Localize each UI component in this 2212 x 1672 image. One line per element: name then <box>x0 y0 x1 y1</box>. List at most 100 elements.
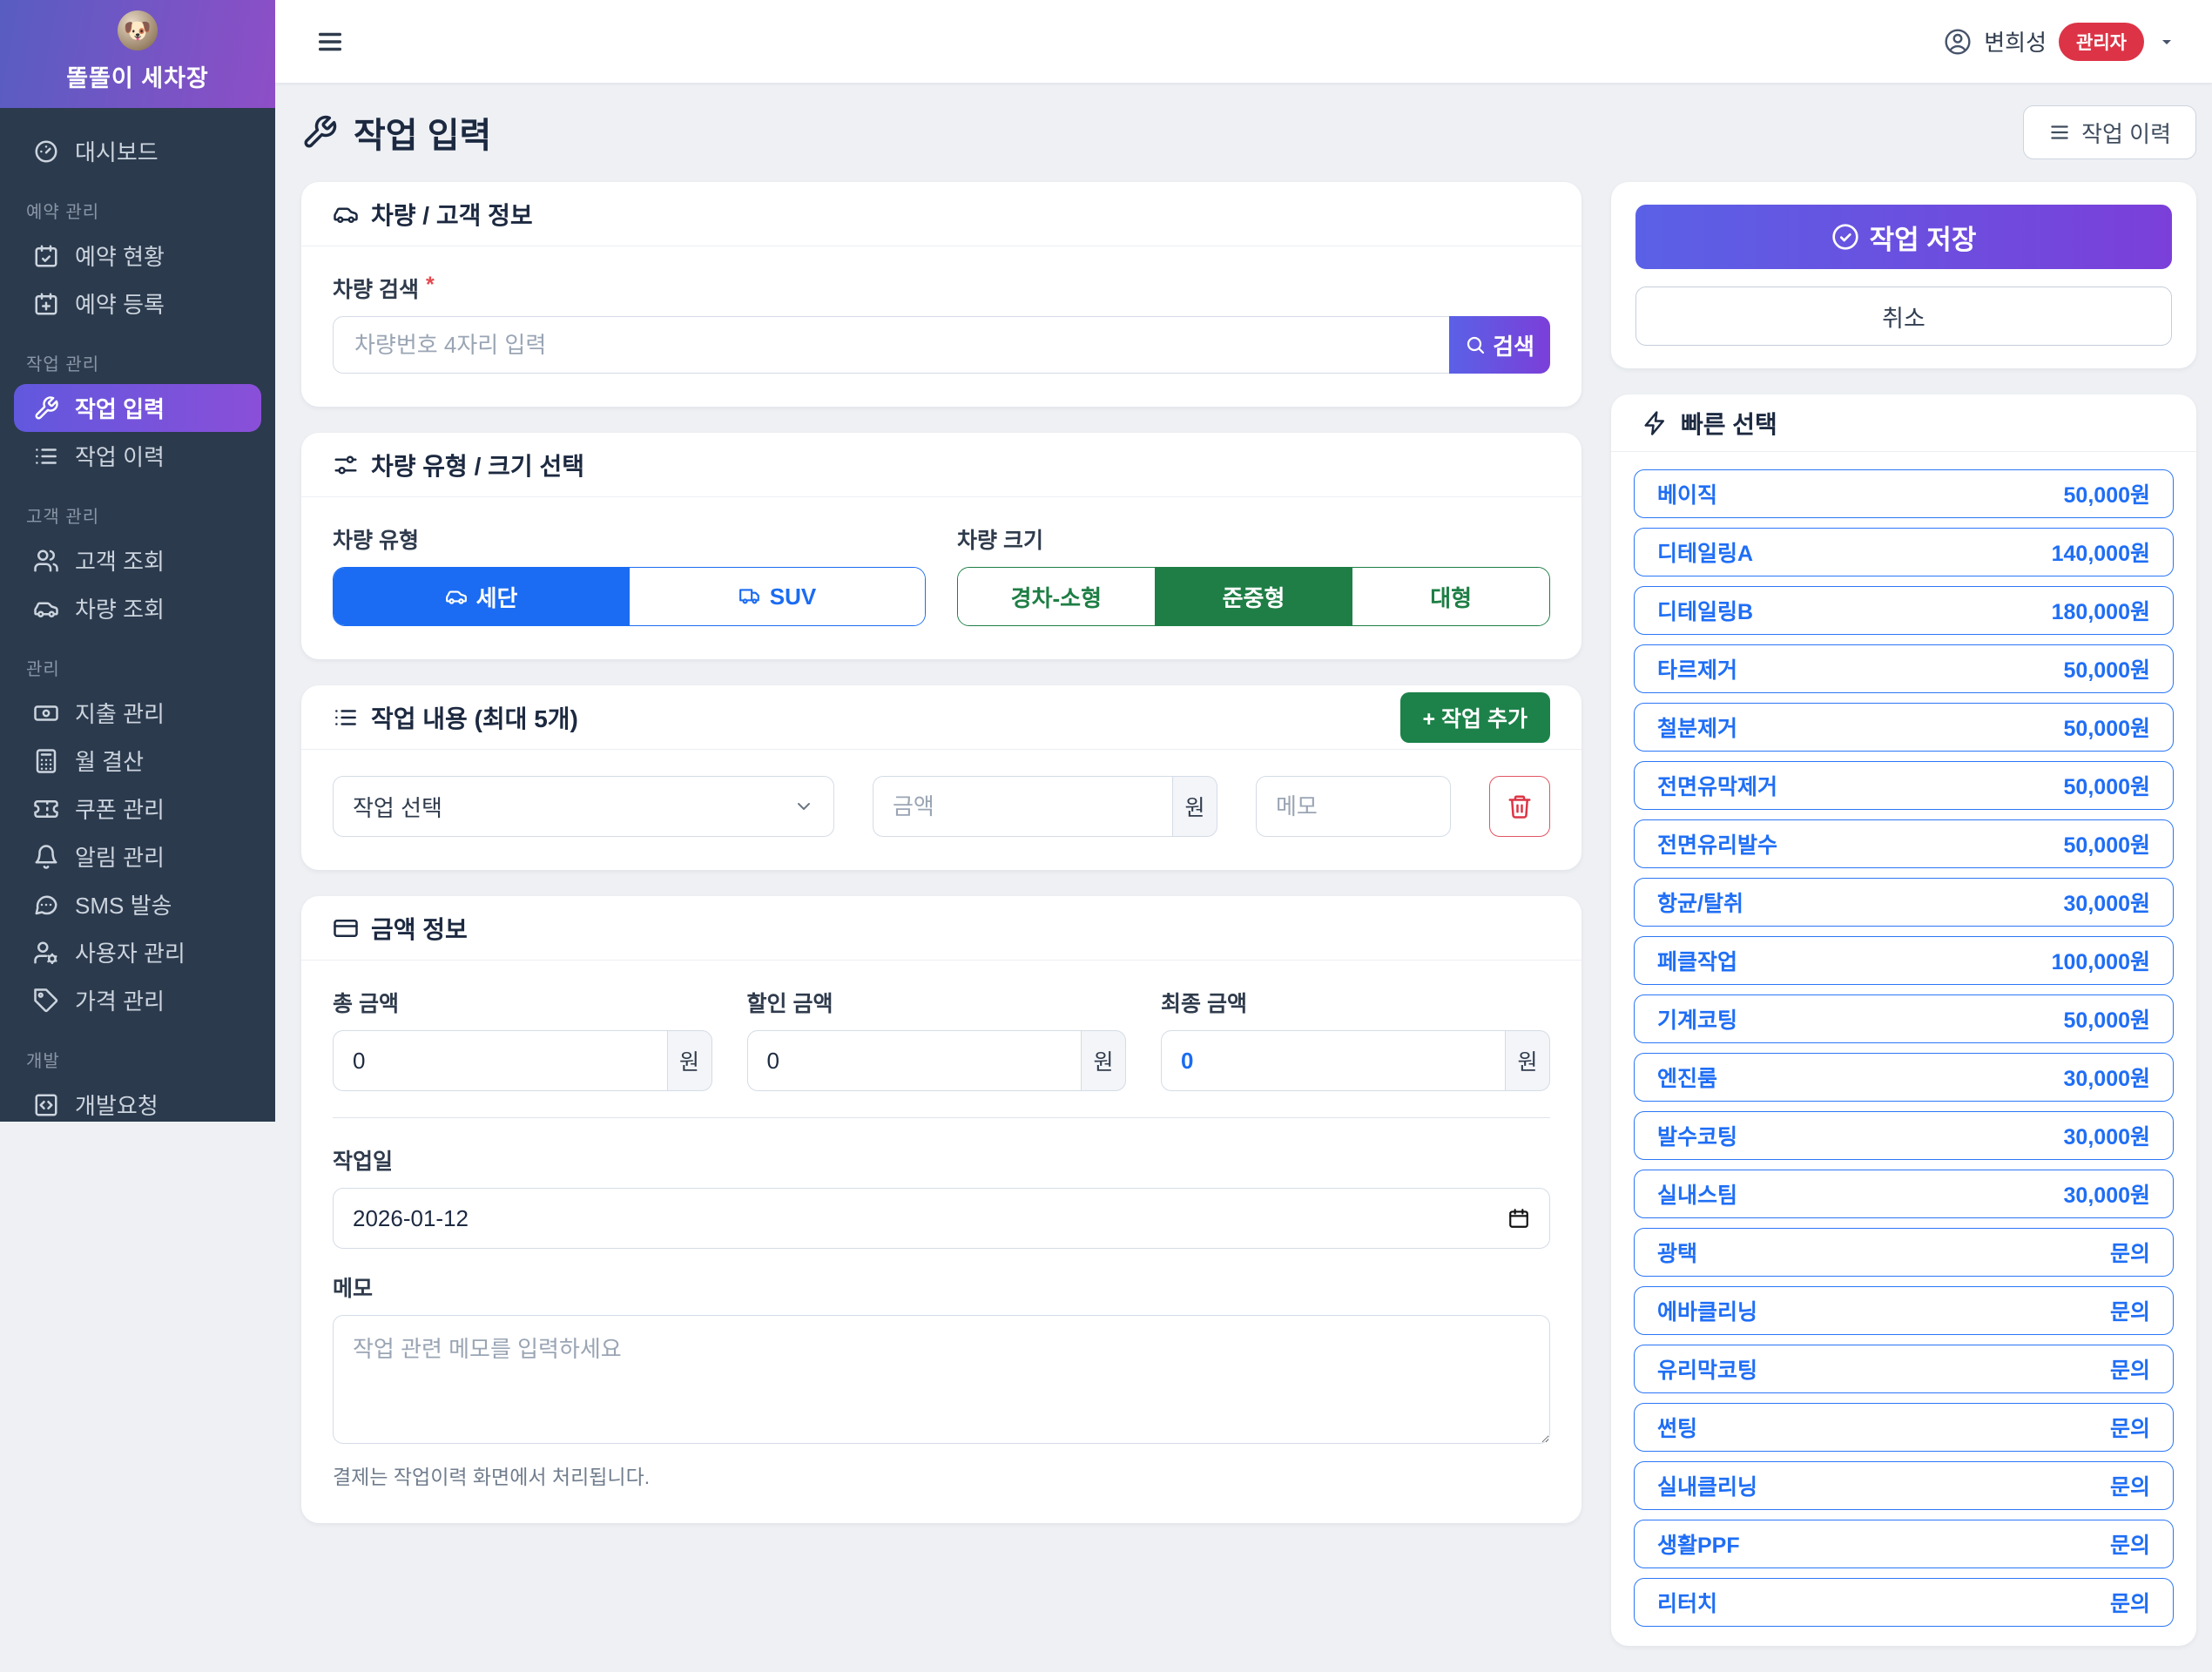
sidebar-item-coupon[interactable]: 쿠폰 관리 <box>14 785 261 833</box>
vehicle-type-size-card: 차량 유형 / 크기 선택 차량 유형 세단 <box>301 433 1581 659</box>
sidebar-section-work: 작업 관리 <box>26 350 261 375</box>
work-amount-input[interactable] <box>873 776 1172 837</box>
sidebar-item-label: 작업 입력 <box>75 392 165 424</box>
sidebar-item-expense[interactable]: 지출 관리 <box>14 689 261 737</box>
quick-item[interactable]: 디테일링A140,000원 <box>1634 528 2174 576</box>
size-option-small[interactable]: 경차-소형 <box>958 568 1155 625</box>
sidebar-item-reservation-status[interactable]: 예약 현황 <box>14 232 261 280</box>
quick-item[interactable]: 유리막코팅문의 <box>1634 1345 2174 1393</box>
list-icon <box>2048 121 2071 144</box>
car-icon <box>445 585 468 608</box>
final-amount-label: 최종 금액 <box>1161 987 1550 1018</box>
work-date-field[interactable] <box>333 1188 1550 1249</box>
user-menu[interactable]: 변희성 관리자 <box>1944 23 2177 61</box>
size-option-mid[interactable]: 준중형 <box>1155 568 1352 625</box>
currency-suffix: 원 <box>1505 1030 1550 1091</box>
vehicle-size-label: 차량 크기 <box>957 523 1550 555</box>
type-option-suv[interactable]: SUV <box>629 568 925 625</box>
list-icon <box>333 705 359 731</box>
quick-item[interactable]: 디테일링B180,000원 <box>1634 586 2174 635</box>
vehicle-type-label: 차량 유형 <box>333 523 926 555</box>
sidebar-item-dev-request[interactable]: 개발요청 <box>14 1081 261 1129</box>
sidebar-item-label: 가격 관리 <box>75 984 165 1016</box>
sidebar-item-customer-search[interactable]: 고객 조회 <box>14 536 261 584</box>
quick-item[interactable]: 타르제거50,000원 <box>1634 644 2174 693</box>
caret-down-icon <box>2156 31 2177 52</box>
quick-item[interactable]: 에바클리닝문의 <box>1634 1286 2174 1335</box>
add-work-button[interactable]: + 작업 추가 <box>1400 692 1551 743</box>
quick-item[interactable]: 리터치문의 <box>1634 1578 2174 1627</box>
sidebar-item-price[interactable]: 가격 관리 <box>14 976 261 1024</box>
save-work-button[interactable]: 작업 저장 <box>1635 205 2172 269</box>
final-amount-input[interactable] <box>1161 1030 1505 1091</box>
vehicle-search-label: 차량 검색* <box>333 273 1550 304</box>
quick-item[interactable]: 페클작업100,000원 <box>1634 936 2174 985</box>
credit-card-icon <box>333 915 359 941</box>
quick-item[interactable]: 실내클리닝문의 <box>1634 1461 2174 1510</box>
sidebar-item-label: 사용자 관리 <box>75 936 185 968</box>
tools-icon <box>301 114 338 151</box>
sidebar-item-label: 개발요청 <box>75 1089 158 1121</box>
vehicle-search-button[interactable]: 검색 <box>1449 316 1550 374</box>
sidebar-item-notification[interactable]: 알림 관리 <box>14 833 261 880</box>
quick-item[interactable]: 엔진룸30,000원 <box>1634 1053 2174 1102</box>
discount-amount-input[interactable] <box>747 1030 1082 1091</box>
menu-toggle-icon[interactable] <box>315 27 345 57</box>
sidebar-section-admin: 관리 <box>26 655 261 680</box>
cancel-button[interactable]: 취소 <box>1635 287 2172 346</box>
sidebar-item-label: 쿠폰 관리 <box>75 792 165 825</box>
calculator-icon <box>33 748 59 774</box>
type-option-sedan[interactable]: 세단 <box>334 568 629 625</box>
work-memo-input[interactable] <box>1256 776 1451 837</box>
quick-item[interactable]: 실내스팀30,000원 <box>1634 1170 2174 1218</box>
quick-item[interactable]: 전면유막제거50,000원 <box>1634 761 2174 810</box>
quick-item[interactable]: 발수코팅30,000원 <box>1634 1111 2174 1160</box>
card-title: 차량 유형 / 크기 선택 <box>371 448 584 482</box>
quick-item[interactable]: 생활PPF문의 <box>1634 1520 2174 1568</box>
quick-item[interactable]: 썬팅문의 <box>1634 1403 2174 1452</box>
card-title: 작업 내용 (최대 5개) <box>371 700 578 735</box>
vehicle-search-input[interactable] <box>333 316 1449 374</box>
quick-item[interactable]: 철분제거50,000원 <box>1634 703 2174 752</box>
quick-item[interactable]: 베이직50,000원 <box>1634 469 2174 518</box>
calendar-icon <box>1507 1207 1530 1230</box>
sidebar-nav: 대시보드 예약 관리 예약 현황 예약 등록 작업 관리 작업 입력 작업 이력… <box>0 108 275 1129</box>
role-badge: 관리자 <box>2059 23 2144 61</box>
sidebar-item-monthly[interactable]: 월 결산 <box>14 737 261 785</box>
sidebar-section-customer: 고객 관리 <box>26 502 261 528</box>
sidebar-item-dashboard[interactable]: 대시보드 <box>14 127 261 175</box>
chat-dots-icon <box>33 892 59 918</box>
quick-item[interactable]: 기계코팅50,000원 <box>1634 994 2174 1043</box>
work-date-input[interactable] <box>353 1205 1507 1232</box>
quick-item[interactable]: 전면유리발수50,000원 <box>1634 819 2174 868</box>
bell-icon <box>33 844 59 870</box>
list-icon <box>33 443 59 469</box>
work-date-label: 작업일 <box>333 1144 1550 1176</box>
sidebar-item-label: 월 결산 <box>75 745 144 777</box>
trash-icon <box>1507 793 1533 819</box>
currency-suffix: 원 <box>667 1030 712 1091</box>
work-select[interactable]: 작업 선택 <box>333 776 834 837</box>
sidebar-item-work-input[interactable]: 작업 입력 <box>14 384 261 432</box>
quick-item[interactable]: 항균/탈취30,000원 <box>1634 878 2174 927</box>
sidebar-item-user-admin[interactable]: 사용자 관리 <box>14 928 261 976</box>
size-option-large[interactable]: 대형 <box>1352 568 1549 625</box>
brand-header: 🐶 똘똘이 세차장 <box>0 0 275 108</box>
search-icon <box>1465 334 1486 355</box>
memo-textarea[interactable] <box>333 1315 1550 1444</box>
sidebar-item-work-history[interactable]: 작업 이력 <box>14 432 261 480</box>
page-title: 작업 입력 <box>301 107 491 158</box>
amount-info-card: 금액 정보 총 금액 원 할인 금액 <box>301 896 1581 1523</box>
quick-item[interactable]: 광택문의 <box>1634 1228 2174 1277</box>
sidebar-item-sms[interactable]: SMS 발송 <box>14 880 261 928</box>
delete-work-button[interactable] <box>1489 776 1550 837</box>
sidebar-item-reservation-register[interactable]: 예약 등록 <box>14 280 261 327</box>
vehicle-type-segment: 세단 SUV <box>333 567 926 626</box>
work-history-button[interactable]: 작업 이력 <box>2023 105 2196 159</box>
card-title: 빠른 선택 <box>1681 406 1777 441</box>
sidebar-item-vehicle-search[interactable]: 차량 조회 <box>14 584 261 632</box>
sidebar-item-label: 예약 등록 <box>75 287 165 320</box>
car-icon <box>33 596 59 622</box>
sidebar-section-dev: 개발 <box>26 1047 261 1072</box>
total-amount-input[interactable] <box>333 1030 667 1091</box>
